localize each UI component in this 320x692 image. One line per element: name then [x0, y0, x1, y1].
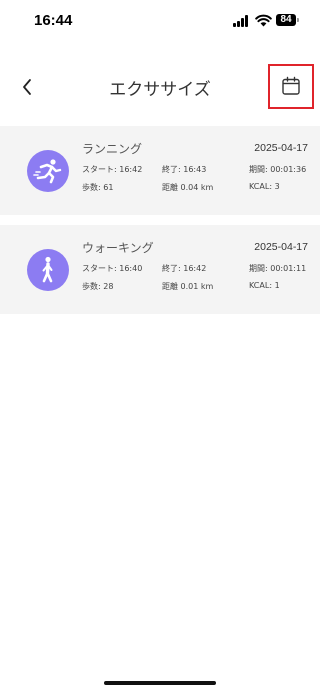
start-time: スタート: 16:42	[82, 165, 143, 174]
exercise-date: 2025-04-17	[254, 142, 308, 154]
exercise-record-card[interactable]: ランニング 2025-04-17 スタート: 16:42 終了: 16:43 期…	[0, 126, 320, 215]
duration: 期間: 00:01:11	[249, 264, 307, 273]
page-title: エクササイズ	[109, 80, 211, 100]
chevron-left-icon	[23, 79, 31, 95]
walking-person-icon	[27, 249, 69, 291]
back-button[interactable]	[16, 72, 44, 102]
exercise-name: ウォーキング	[82, 241, 154, 255]
step-count: 歩数: 28	[82, 282, 114, 291]
status-time: 16:44	[34, 12, 73, 29]
status-bar: 16:44 84	[0, 0, 320, 44]
home-indicator[interactable]	[104, 681, 216, 685]
exercise-date: 2025-04-17	[254, 241, 308, 253]
exercise-screen: 16:44 84 エクササイズ ランニング 2025-04-17 スタート: 1…	[0, 0, 320, 692]
calendar-button[interactable]	[268, 64, 314, 109]
battery-tip	[297, 18, 299, 22]
nav-bar: エクササイズ	[0, 64, 320, 110]
step-count: 歩数: 61	[82, 183, 114, 192]
end-time: 終了: 16:42	[162, 264, 207, 273]
battery-icon: 84	[276, 14, 296, 26]
end-time: 終了: 16:43	[162, 165, 207, 174]
calories: KCAL: 1	[249, 281, 280, 290]
exercise-record-card[interactable]: ウォーキング 2025-04-17 スタート: 16:40 終了: 16:42 …	[0, 225, 320, 314]
running-person-icon	[27, 150, 69, 192]
distance: 距離 0.01 km	[162, 282, 214, 291]
start-time: スタート: 16:40	[82, 264, 143, 273]
calendar-icon	[282, 76, 300, 95]
wifi-icon	[255, 14, 272, 27]
exercise-name: ランニング	[82, 142, 143, 156]
cellular-signal-icon	[233, 15, 251, 27]
distance: 距離 0.04 km	[162, 183, 214, 192]
duration: 期間: 00:01:36	[249, 165, 307, 174]
calories: KCAL: 3	[249, 182, 280, 191]
